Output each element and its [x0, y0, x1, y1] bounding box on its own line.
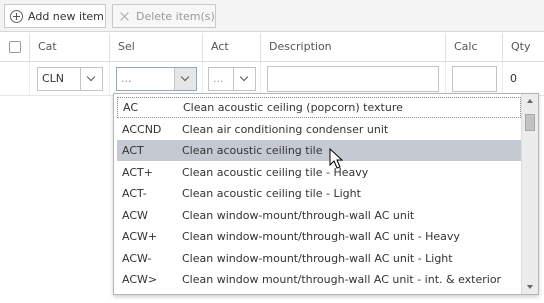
act-select[interactable]: ... — [208, 67, 256, 91]
plus-circle-icon — [10, 9, 23, 23]
item-description: Clean acoustic ceiling tile — [182, 144, 323, 157]
item-code: ACT — [122, 144, 144, 157]
description-cell — [260, 62, 445, 95]
list-item[interactable]: AC Clean acoustic ceiling (popcorn) text… — [117, 97, 521, 118]
act-value: ... — [213, 72, 224, 85]
list-item-highlighted[interactable]: ACT Clean acoustic ceiling tile — [117, 140, 521, 161]
item-code: ACW — [122, 208, 148, 222]
calc-cell — [445, 62, 502, 95]
item-code: ACT+ — [122, 165, 153, 179]
add-new-item-button[interactable]: Add new item — [4, 4, 106, 28]
add-new-item-label: Add new item — [28, 9, 104, 23]
list-item[interactable]: ACT- Clean acoustic ceiling tile - Light — [117, 183, 521, 204]
scroll-down-icon[interactable] — [522, 280, 538, 294]
toolbar: Add new item Delete item(s) — [0, 0, 544, 32]
item-code: ACW> — [122, 273, 158, 286]
select-all-checkbox[interactable] — [9, 41, 21, 53]
list-item[interactable]: ACCND Clean air conditioning condenser u… — [117, 119, 521, 140]
act-dropdown-button[interactable] — [233, 68, 255, 90]
item-code: ACCND — [122, 122, 162, 136]
item-code: AC — [123, 101, 139, 114]
grid-header: Cat Sel Act Description Calc Qty — [0, 33, 544, 62]
column-header-calc[interactable]: Calc — [445, 33, 502, 61]
cat-value: CLN — [42, 72, 65, 85]
chevron-down-icon — [180, 72, 190, 82]
table-row: CLN ... ... 0 — [0, 62, 544, 96]
column-header-qty[interactable]: Qty — [502, 33, 544, 61]
cat-dropdown-button[interactable] — [80, 68, 102, 90]
item-description: Clean window-mount/through-wall AC unit … — [182, 230, 460, 243]
list-item[interactable]: ACW+ Clean window-mount/through-wall AC … — [117, 226, 521, 247]
sel-dropdown-list: AC Clean acoustic ceiling (popcorn) text… — [113, 93, 539, 295]
item-description: Clean air conditioning condenser unit — [182, 122, 389, 136]
item-code: ACT- — [122, 187, 147, 200]
cat-select[interactable]: CLN — [37, 67, 103, 91]
sel-value: ... — [121, 72, 132, 85]
item-description: Clean window mount/through-wall AC unit … — [182, 273, 502, 286]
description-input[interactable] — [267, 66, 439, 92]
mouse-cursor-icon — [329, 148, 344, 169]
column-header-sel[interactable]: Sel — [109, 33, 202, 61]
header-select-all-cell — [0, 33, 29, 61]
scrollbar-thumb[interactable] — [525, 114, 535, 131]
column-header-description[interactable]: Description — [260, 33, 445, 61]
dropdown-scrollbar[interactable] — [521, 94, 538, 294]
qty-value: 0 — [510, 72, 517, 85]
scroll-up-icon[interactable] — [522, 94, 538, 108]
sel-dropdown-button[interactable] — [174, 68, 196, 90]
cat-cell: CLN — [29, 62, 109, 95]
chevron-down-icon — [86, 72, 96, 82]
close-icon — [118, 10, 131, 23]
sel-cell: ... — [109, 62, 202, 95]
act-cell: ... — [202, 62, 260, 95]
delete-items-button[interactable]: Delete item(s) — [112, 4, 216, 28]
qty-cell: 0 — [502, 62, 544, 95]
item-description: Clean acoustic ceiling tile - Light — [182, 187, 361, 200]
column-header-act[interactable]: Act — [202, 33, 260, 61]
item-description: Clean acoustic ceiling (popcorn) texture — [183, 101, 403, 114]
list-item[interactable]: ACT+ Clean acoustic ceiling tile - Heavy — [117, 162, 521, 183]
column-header-cat[interactable]: Cat — [29, 33, 109, 61]
sel-select[interactable]: ... — [116, 67, 197, 91]
chevron-down-icon — [239, 72, 249, 82]
list-item[interactable]: ACW> Clean window mount/through-wall AC … — [117, 269, 521, 290]
item-code: ACW- — [122, 251, 152, 265]
item-description: Clean window-mount/through-wall AC unit … — [182, 251, 453, 265]
list-item[interactable]: ACW Clean window-mount/through-wall AC u… — [117, 205, 521, 226]
item-description: Clean window-mount/through-wall AC unit — [182, 208, 415, 222]
list-item[interactable]: ACW- Clean window-mount/through-wall AC … — [117, 248, 521, 269]
item-code: ACW+ — [122, 230, 158, 243]
delete-items-label: Delete item(s) — [136, 9, 215, 23]
calc-input[interactable] — [452, 66, 497, 92]
